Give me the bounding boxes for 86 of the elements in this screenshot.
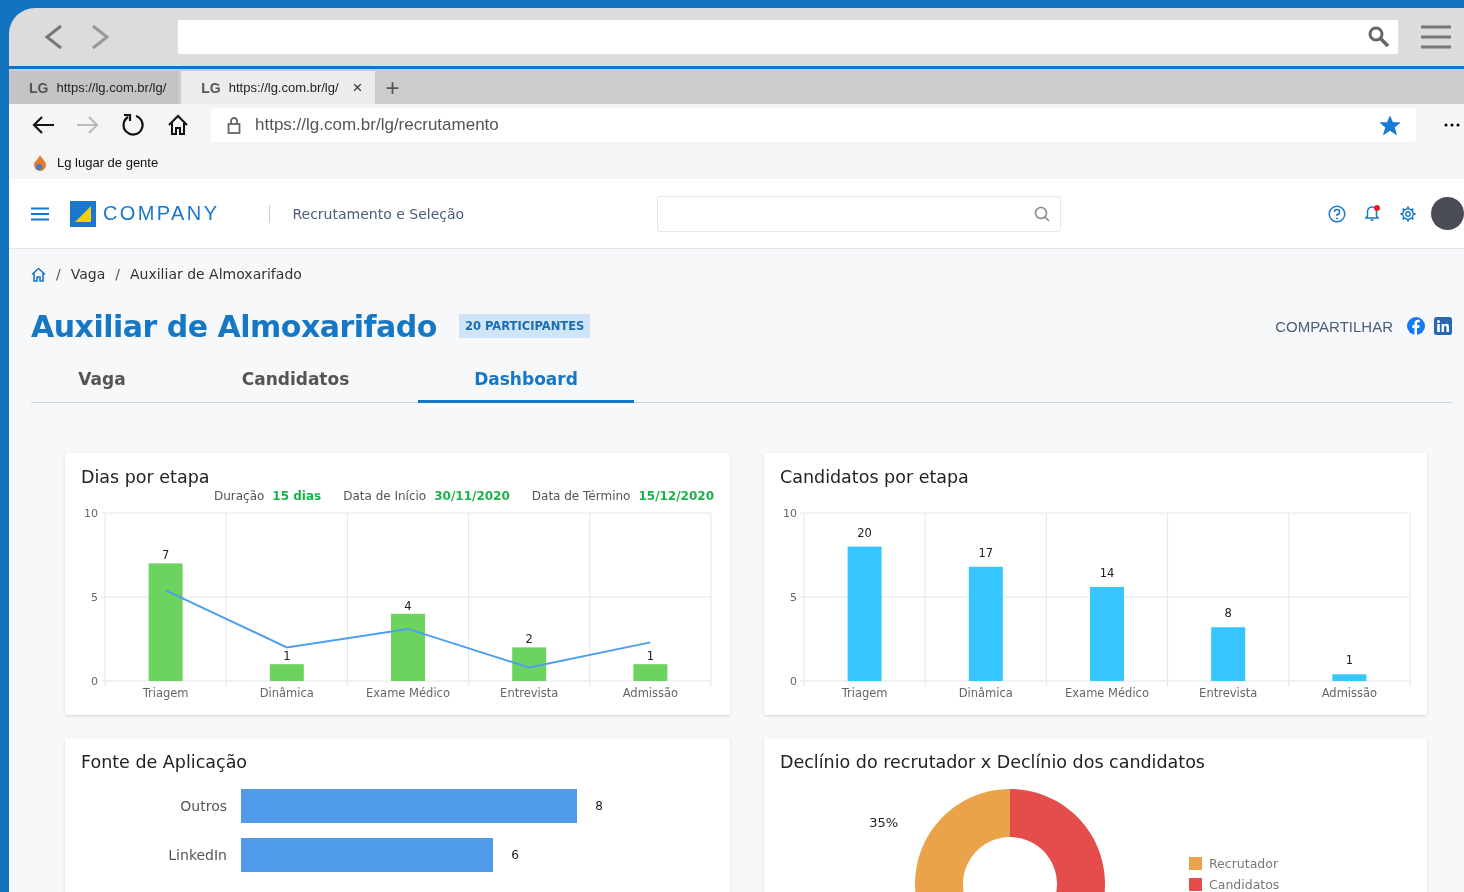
avatar[interactable] <box>1431 197 1464 230</box>
stat-label: Data de Início <box>343 489 427 503</box>
data-label: 14 <box>1099 565 1115 580</box>
data-label: 1 <box>646 649 655 664</box>
data-label: 8 <box>1224 606 1232 621</box>
data-label: 1 <box>1345 653 1354 668</box>
axis-scale-label: 0 <box>790 675 797 688</box>
home-icon[interactable] <box>167 114 189 136</box>
axis-label: Outros <box>180 798 227 814</box>
axis-label: Dinâmica <box>958 686 1013 700</box>
breadcrumb-separator: / <box>56 266 61 282</box>
data-label: 17 <box>978 545 994 560</box>
axis-label: Entrevista <box>1199 686 1258 700</box>
tab-url: https://lg.com.br/lg/ <box>228 80 339 95</box>
page-tab[interactable]: Candidatos <box>173 358 418 403</box>
axis-label: LinkedIn <box>168 847 227 863</box>
axis-label: Triagem <box>142 686 189 700</box>
stat-label: Duração <box>213 489 265 503</box>
axis-label: Admissão <box>622 686 679 700</box>
logo-icon <box>70 200 96 227</box>
stat-label: Data de Término <box>531 489 631 503</box>
new-tab-button[interactable]: + <box>385 76 400 100</box>
browser-tab[interactable]: LG https://lg.com.br/lg/ × <box>181 71 375 104</box>
legend-label: Candidatos <box>1209 877 1280 892</box>
favicon-text: LG <box>201 79 221 96</box>
stat-value: 15/12/2020 <box>638 489 714 503</box>
tick-label: 0 <box>91 675 98 688</box>
stat-value: 15 dias <box>272 489 322 503</box>
url-text: https://lg.com.br/lg/recrutamento <box>255 115 500 135</box>
tick-label: 5 <box>91 591 98 604</box>
data-label: 6 <box>511 848 519 862</box>
breadcrumb-separator: / <box>115 266 120 282</box>
back-arrow-icon[interactable] <box>31 115 55 135</box>
outer-address-field[interactable] <box>178 20 1398 54</box>
breadcrumb-link[interactable]: Vaga <box>70 266 106 282</box>
close-tab-button[interactable]: × <box>352 77 363 98</box>
stat-value: 30/11/2020 <box>434 489 510 503</box>
breadcrumb-link[interactable]: Auxiliar de Almoxarifado <box>130 266 302 282</box>
card-title: Declínio do recrutador x Declínio dos candidatos <box>780 752 1205 772</box>
data-label: 20 <box>857 525 872 540</box>
menu-icon[interactable] <box>1420 24 1452 50</box>
help-icon[interactable] <box>1328 204 1346 223</box>
search-field[interactable] <box>657 195 1061 232</box>
tick-label: 10 <box>84 507 98 520</box>
page-tab[interactable]: Vaga <box>31 358 173 403</box>
more-icon[interactable] <box>1444 123 1460 127</box>
flame-icon <box>33 153 47 172</box>
data-label: 4 <box>404 598 412 613</box>
data-label: 2 <box>525 632 533 647</box>
page-title: Auxiliar de Almoxarifado <box>31 308 437 344</box>
favicon-text: LG <box>29 79 49 96</box>
search-icon[interactable] <box>1368 26 1390 48</box>
linkedin-icon[interactable] <box>1434 317 1452 335</box>
reload-icon[interactable] <box>121 113 145 137</box>
axis-scale-label: 5 <box>790 591 797 604</box>
page-tab[interactable]: Dashboard <box>418 358 634 403</box>
tab-url: https://lg.com.br/lg/ <box>56 80 167 95</box>
data-label: 8 <box>595 799 603 813</box>
axis-label: Admissão <box>1321 686 1378 700</box>
search-icon[interactable] <box>1034 205 1050 222</box>
browser-tab[interactable]: LG https://lg.com.br/lg/ <box>9 71 179 104</box>
participants-badge: 20 PARTICIPANTES <box>458 314 591 338</box>
brand-name: COMPANY <box>103 202 220 225</box>
address-field[interactable]: https://lg.com.br/lg/recrutamento <box>211 108 1416 142</box>
axis-label: Dinâmica <box>259 686 314 700</box>
legend-label: Recrutador <box>1209 856 1279 871</box>
card-title: Dias por etapa <box>81 467 210 487</box>
star-icon[interactable] <box>1380 115 1400 135</box>
facebook-icon[interactable] <box>1407 317 1425 335</box>
data-label: 1 <box>283 649 291 664</box>
axis-label: Exame Médico <box>366 686 450 700</box>
bookmark-link[interactable]: Lg lugar de gente <box>57 155 159 170</box>
card-title: Fonte de Aplicação <box>81 752 248 772</box>
data-label: 7 <box>161 548 170 563</box>
share-label: COMPARTILHAR <box>1275 317 1393 335</box>
menu-icon[interactable] <box>31 206 49 221</box>
axis-label: Exame Médico <box>1065 686 1149 700</box>
axis-label: Triagem <box>841 686 888 700</box>
card-title: Candidatos por etapa <box>780 467 969 487</box>
axis-label: Entrevista <box>500 686 559 700</box>
lock-icon <box>227 116 241 134</box>
axis-scale-label: 10 <box>783 507 797 520</box>
settings-icon[interactable] <box>1399 204 1417 223</box>
data-label: 35% <box>869 814 899 830</box>
bell-icon[interactable] <box>1363 204 1382 223</box>
module-name: Recrutamento e Seleção <box>292 205 465 222</box>
